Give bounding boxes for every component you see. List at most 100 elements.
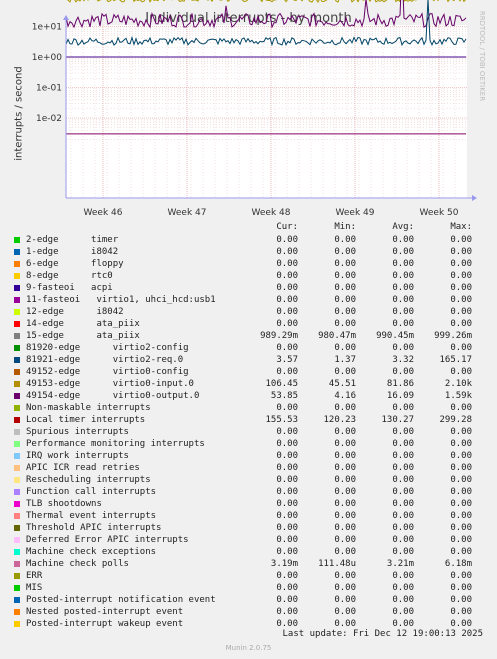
legend-label: Threshold APIC interrupts	[26, 523, 162, 533]
legend-cur: 0.00	[276, 511, 298, 521]
legend-min: 4.16	[334, 391, 356, 401]
legend-row: 14-edge ata_piix 0.00 0.00 0.00 0.00	[0, 319, 497, 331]
legend-avg: 0.00	[392, 535, 414, 545]
legend-max: 0.00	[450, 451, 472, 461]
legend-label: Machine check exceptions	[26, 547, 157, 557]
legend-max: 0.00	[450, 595, 472, 605]
legend-cur: 0.00	[276, 475, 298, 485]
legend-avg: 0.00	[392, 571, 414, 581]
legend-cur: 3.57	[276, 355, 298, 365]
legend-swatch	[14, 357, 20, 363]
legend-max: 6.18m	[444, 559, 472, 569]
legend-max: 0.00	[450, 271, 472, 281]
legend-label: IRQ work interrupts	[26, 451, 129, 461]
legend-label: 15-edge ata_piix	[26, 331, 140, 341]
legend-row: 81921-edge virtio2-req.0 3.57 1.37 3.32 165.…	[0, 355, 497, 367]
legend-label: 81920-edge virtio2-config	[26, 343, 189, 353]
legend-cur: 0.00	[276, 499, 298, 509]
legend-avg: 0.00	[392, 307, 414, 317]
munin-version: Munin 2.0.75	[225, 644, 272, 652]
series-line	[65, 0, 467, 29]
legend-label: 49153-edge virtio0-input.0	[26, 379, 194, 389]
legend-label: Posted-interrupt wakeup event	[26, 619, 184, 629]
legend-row: Function call interrupts 0.00 0.00 0.00 0.00	[0, 487, 497, 499]
legend-avg: 0.00	[392, 487, 414, 497]
legend-swatch	[14, 393, 20, 399]
legend-row: Spurious interrupts 0.00 0.00 0.00 0.00	[0, 427, 497, 439]
legend-label: Posted-interrupt notification event	[26, 595, 216, 605]
legend-header-avg: Avg:	[392, 222, 414, 232]
legend-row: Machine check polls 3.19m 111.48u 3.21m 6.18…	[0, 559, 497, 571]
legend-row: 9-fasteoi acpi 0.00 0.00 0.00 0.00	[0, 283, 497, 295]
x-tick-label: Week 47	[168, 208, 207, 218]
legend-cur: 0.00	[276, 595, 298, 605]
plot-area: 1e+02 1e+01 1e+00 1e-01 1e-02 Week 46 Week 47 W…	[32, 0, 477, 218]
legend-min: 0.00	[334, 403, 356, 413]
legend-label: APIC ICR read retries	[26, 463, 140, 473]
legend-max: 0.00	[450, 343, 472, 353]
legend-max: 2.10k	[444, 379, 472, 389]
legend-cur: 0.00	[276, 487, 298, 497]
legend-max: 0.00	[450, 259, 472, 269]
legend-avg: 0.00	[392, 607, 414, 617]
legend-row: ERR 0.00 0.00 0.00 0.00	[0, 571, 497, 583]
legend-avg: 0.00	[392, 451, 414, 461]
legend-max: 299.28	[439, 415, 472, 425]
legend-label: 9-fasteoi acpi	[26, 283, 113, 293]
legend-row: 49153-edge virtio0-input.0 106.45 45.51 81.…	[0, 379, 497, 391]
legend-swatch	[14, 609, 20, 615]
legend-avg: 0.00	[392, 271, 414, 281]
legend-min: 0.00	[334, 259, 356, 269]
legend-max: 0.00	[450, 283, 472, 293]
legend-min: 0.00	[334, 511, 356, 521]
legend-swatch	[14, 333, 20, 339]
x-tick-label: Week 50	[420, 208, 459, 218]
legend-min: 0.00	[334, 547, 356, 557]
legend-max: 0.00	[450, 607, 472, 617]
legend-swatch	[14, 309, 20, 315]
legend-swatch	[14, 381, 20, 387]
legend-swatch	[14, 249, 20, 255]
legend-max: 0.00	[450, 523, 472, 533]
legend-avg: 16.09	[386, 391, 414, 401]
legend-swatch	[14, 585, 20, 591]
legend-avg: 0.00	[392, 427, 414, 437]
legend-max: 0.00	[450, 499, 472, 509]
legend-cur: 0.00	[276, 427, 298, 437]
legend-min: 0.00	[334, 571, 356, 581]
legend-cur: 0.00	[276, 451, 298, 461]
legend-max: 0.00	[450, 295, 472, 305]
x-tick-label: Week 48	[252, 208, 291, 218]
x-axis-arrow	[472, 195, 477, 201]
legend-max: 0.00	[450, 571, 472, 581]
legend-swatch	[14, 369, 20, 375]
legend-cur: 0.00	[276, 547, 298, 557]
legend-label: 49154-edge virtio0-output.0	[26, 391, 200, 401]
legend-swatch	[14, 513, 20, 519]
legend-swatch	[14, 261, 20, 267]
legend-cur: 0.00	[276, 619, 298, 629]
legend-min: 0.00	[334, 427, 356, 437]
x-tick-label: Week 46	[84, 208, 123, 218]
legend-row: Nested posted-interrupt event 0.00 0.00 0.0…	[0, 607, 497, 619]
legend-max: 165.17	[439, 355, 472, 365]
legend-row: 8-edge rtc0 0.00 0.00 0.00 0.00	[0, 271, 497, 283]
legend-swatch	[14, 537, 20, 543]
legend-row: Rescheduling interrupts 0.00 0.00 0.00 0.00	[0, 475, 497, 487]
legend-max: 0.00	[450, 427, 472, 437]
legend-row: IRQ work interrupts 0.00 0.00 0.00 0.00	[0, 451, 497, 463]
legend-cur: 0.00	[276, 607, 298, 617]
legend-swatch	[14, 417, 20, 423]
legend-min: 0.00	[334, 607, 356, 617]
legend-cur: 0.00	[276, 271, 298, 281]
legend-avg: 0.00	[392, 247, 414, 257]
legend-row: Deferred Error APIC interrupts 0.00 0.00 0.…	[0, 535, 497, 547]
legend-cur: 0.00	[276, 367, 298, 377]
legend-avg: 990.45m	[376, 331, 414, 341]
legend-max: 1.59k	[444, 391, 472, 401]
legend-max: 0.00	[450, 235, 472, 245]
legend-row: Posted-interrupt notification event 0.00 0…	[0, 595, 497, 607]
legend-min: 0.00	[334, 307, 356, 317]
legend-cur: 0.00	[276, 319, 298, 329]
legend-min: 0.00	[334, 439, 356, 449]
